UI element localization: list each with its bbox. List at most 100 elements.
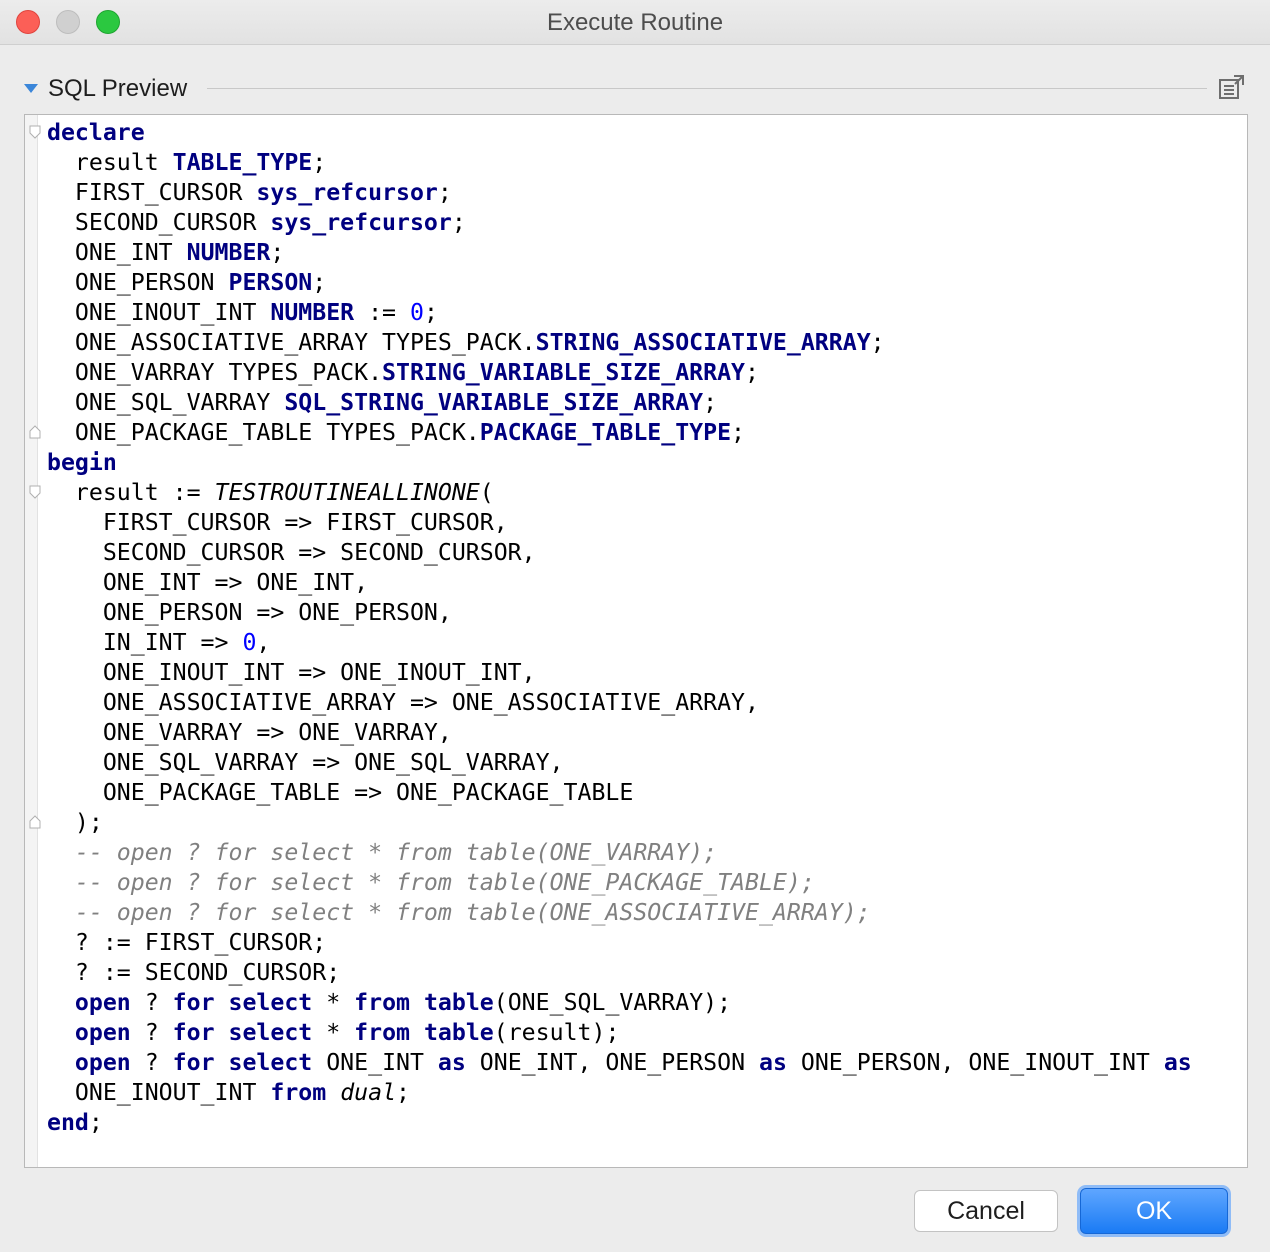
code-token: ONE_INT => ONE_INT, xyxy=(47,569,369,596)
code-token: open xyxy=(74,1019,131,1046)
code-line: ONE_VARRAY TYPES_PACK.STRING_VARIABLE_SI… xyxy=(47,358,1192,388)
code-token: as xyxy=(437,1049,466,1076)
section-title: SQL Preview xyxy=(48,75,188,102)
code-token: TABLE_TYPE xyxy=(172,149,313,176)
code-token: ? xyxy=(130,1049,173,1076)
code-token: ONE_INOUT_INT => ONE_INOUT_INT, xyxy=(47,659,536,686)
code-line: -- open ? for select * from table(ONE_VA… xyxy=(47,838,1192,868)
cancel-button[interactable]: Cancel xyxy=(914,1190,1058,1232)
code-token: from xyxy=(270,1079,327,1106)
code-token: open xyxy=(74,989,131,1016)
code-token: ; xyxy=(451,209,466,236)
code-token: * xyxy=(312,1019,355,1046)
code-token: ? := FIRST_CURSOR; xyxy=(47,929,327,956)
code-token: ONE_SQL_VARRAY => ONE_SQL_VARRAY, xyxy=(47,749,564,776)
code-token: ONE_INT, ONE_PERSON xyxy=(465,1049,759,1076)
code-line: end; xyxy=(47,1108,1192,1138)
code-token: ; xyxy=(423,299,438,326)
code-line: ONE_INOUT_INT from dual; xyxy=(47,1078,1192,1108)
code-token: TESTROUTINEALLINONE xyxy=(214,479,480,506)
code-line: ? := SECOND_CURSOR; xyxy=(47,958,1192,988)
code-token: for select xyxy=(172,1049,313,1076)
code-line: ONE_INOUT_INT => ONE_INOUT_INT, xyxy=(47,658,1192,688)
code-line: ONE_ASSOCIATIVE_ARRAY => ONE_ASSOCIATIVE… xyxy=(47,688,1192,718)
code-token: ; xyxy=(312,269,327,296)
code-token: ONE_INT xyxy=(47,239,187,266)
code-token: ONE_INOUT_INT xyxy=(47,1079,271,1106)
code-token: NUMBER xyxy=(270,299,355,326)
sql-editor[interactable]: declare result TABLE_TYPE; FIRST_CURSOR … xyxy=(24,114,1248,1168)
code-token: -- open ? for select * from table(ONE_VA… xyxy=(74,839,718,866)
code-line: ONE_PERSON => ONE_PERSON, xyxy=(47,598,1192,628)
sql-preview-header[interactable]: SQL Preview xyxy=(22,74,1252,104)
code-token: ONE_PERSON => ONE_PERSON, xyxy=(47,599,452,626)
fold-start-icon[interactable] xyxy=(29,125,41,139)
code-line: SECOND_CURSOR sys_refcursor; xyxy=(47,208,1192,238)
code-token: ONE_VARRAY TYPES_PACK. xyxy=(47,359,383,386)
code-line: ONE_INOUT_INT NUMBER := 0; xyxy=(47,298,1192,328)
code-token: (result); xyxy=(493,1019,620,1046)
code-line: -- open ? for select * from table(ONE_PA… xyxy=(47,868,1192,898)
code-token: ; xyxy=(270,239,285,266)
code-token: SECOND_CURSOR xyxy=(47,209,271,236)
code-token: ; xyxy=(396,1079,410,1106)
code-token: FIRST_CURSOR xyxy=(47,179,257,206)
code-token: FIRST_CURSOR => FIRST_CURSOR, xyxy=(47,509,508,536)
ok-button[interactable]: OK xyxy=(1080,1188,1228,1234)
code-line: declare xyxy=(47,118,1192,148)
code-line: IN_INT => 0, xyxy=(47,628,1192,658)
code-token: ; xyxy=(88,1109,103,1136)
section-divider xyxy=(207,88,1207,89)
code-line: ); xyxy=(47,808,1192,838)
code-token: as xyxy=(1163,1049,1192,1076)
code-token: STRING_VARIABLE_SIZE_ARRAY xyxy=(382,359,746,386)
code-token: ONE_ASSOCIATIVE_ARRAY TYPES_PACK. xyxy=(47,329,536,356)
code-token: ; xyxy=(870,329,885,356)
code-token: ; xyxy=(312,149,327,176)
code-token: from table xyxy=(354,1019,494,1046)
code-token: end xyxy=(47,1109,89,1136)
triangle-down-icon[interactable] xyxy=(24,84,38,93)
code-token: begin xyxy=(47,449,117,476)
code-token: from table xyxy=(354,989,494,1016)
code-text[interactable]: declare result TABLE_TYPE; FIRST_CURSOR … xyxy=(47,118,1192,1138)
popout-window-icon[interactable] xyxy=(1218,74,1246,102)
code-token: ONE_VARRAY => ONE_VARRAY, xyxy=(47,719,452,746)
code-token: SECOND_CURSOR => SECOND_CURSOR, xyxy=(47,539,536,566)
code-token: ; xyxy=(437,179,452,206)
code-token: -- open ? for select * from table(ONE_AS… xyxy=(74,899,871,926)
code-line: FIRST_CURSOR => FIRST_CURSOR, xyxy=(47,508,1192,538)
code-token: open xyxy=(74,1049,131,1076)
fold-end-icon[interactable] xyxy=(29,425,41,439)
code-line: ONE_PACKAGE_TABLE TYPES_PACK.PACKAGE_TAB… xyxy=(47,418,1192,448)
code-token: ; xyxy=(703,389,718,416)
code-line: ? := FIRST_CURSOR; xyxy=(47,928,1192,958)
code-token: ); xyxy=(47,809,103,836)
code-line: ONE_SQL_VARRAY SQL_STRING_VARIABLE_SIZE_… xyxy=(47,388,1192,418)
code-token: STRING_ASSOCIATIVE_ARRAY xyxy=(535,329,871,356)
code-token: ; xyxy=(745,359,759,386)
code-token: ( xyxy=(479,479,494,506)
code-line: begin xyxy=(47,448,1192,478)
code-token: ; xyxy=(731,419,746,446)
code-token: declare xyxy=(47,119,145,146)
code-line: -- open ? for select * from table(ONE_AS… xyxy=(47,898,1192,928)
window-title: Execute Routine xyxy=(546,9,724,36)
code-token: result := xyxy=(47,479,215,506)
code-token: := xyxy=(354,299,410,326)
title-bar: Execute Routine xyxy=(0,0,1270,45)
fold-end-icon[interactable] xyxy=(29,815,41,829)
code-token: ONE_SQL_VARRAY xyxy=(47,389,285,416)
fold-start-icon[interactable] xyxy=(29,485,41,499)
code-line: ONE_ASSOCIATIVE_ARRAY TYPES_PACK.STRING_… xyxy=(47,328,1192,358)
code-token: ONE_INT xyxy=(312,1049,438,1076)
code-line: ONE_INT => ONE_INT, xyxy=(47,568,1192,598)
code-line: open ? for select ONE_INT as ONE_INT, ON… xyxy=(47,1048,1192,1078)
code-token: ? xyxy=(130,989,173,1016)
